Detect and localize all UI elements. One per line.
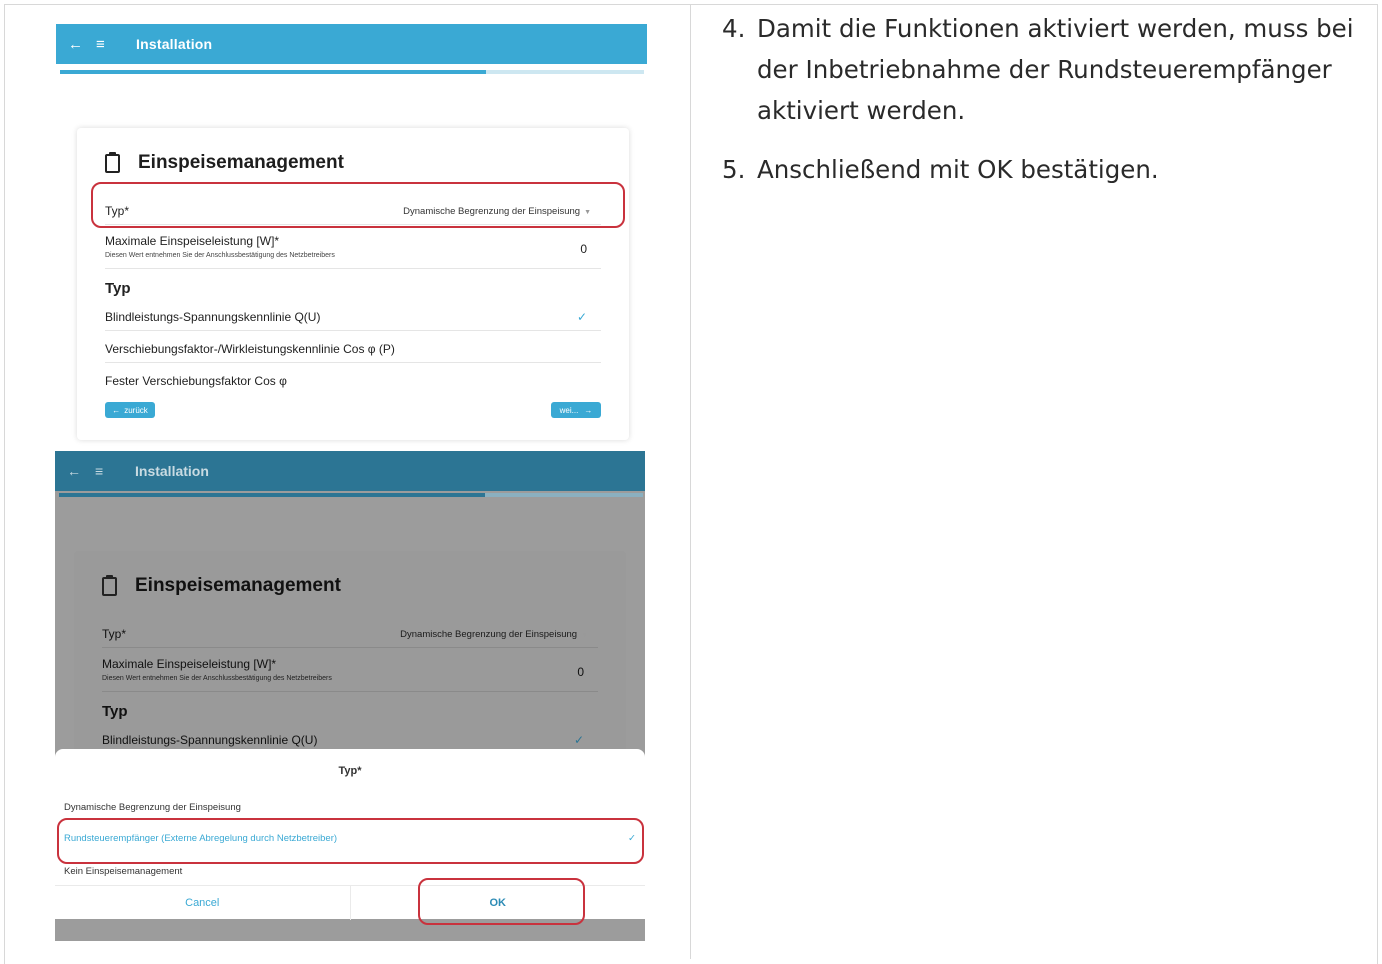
- clipboard-icon: [105, 151, 120, 173]
- progress-fill: [59, 493, 486, 497]
- card-title-text: Einspeisemanagement: [138, 152, 344, 173]
- arrow-left-icon: ←: [112, 405, 121, 415]
- next-button[interactable]: wei... →: [551, 402, 601, 418]
- sheet-option[interactable]: Dynamische Begrenzung der Einspeisung: [64, 802, 636, 813]
- option-row[interactable]: Blindleistungs-Spannungskennlinie Q(U) ✓: [105, 306, 601, 331]
- max-power-value: 0: [580, 242, 587, 256]
- settings-card: Einspeisemanagement Typ* Dynamische Begr…: [74, 551, 626, 771]
- max-power-field[interactable]: Maximale Einspeiseleistung [W]* Diesen W…: [102, 655, 598, 692]
- sheet-option[interactable]: Kein Einspeisemanagement: [64, 866, 636, 877]
- back-arrow-icon[interactable]: ←: [68, 36, 83, 53]
- option-label: Blindleistungs-Spannungskennlinie Q(U): [105, 310, 321, 324]
- progress-bar: [60, 70, 644, 74]
- max-power-label: Maximale Einspeiseleistung [W]*: [105, 234, 280, 248]
- dropdown-caret-icon: ▼: [581, 632, 588, 639]
- sheet-title: Typ*: [338, 765, 362, 777]
- option-label: Fester Verschiebungsfaktor Cos φ: [105, 374, 287, 388]
- option-row[interactable]: Verschiebungsfaktor-/Wirkleistungskennli…: [105, 338, 601, 363]
- menu-icon[interactable]: ≡: [95, 463, 111, 479]
- highlight-ok-button: [418, 878, 585, 925]
- settings-card: Einspeisemanagement Typ* Dynamische Begr…: [77, 128, 629, 440]
- cancel-button[interactable]: Cancel: [55, 886, 351, 920]
- progress-fill: [60, 70, 487, 74]
- option-label: Verschiebungsfaktor-/Wirkleistungskennli…: [105, 342, 395, 356]
- screenshot-step-5: ← ≡ Installation Einspeisemanagement Typ…: [55, 451, 645, 941]
- max-power-hint: Diesen Wert entnehmen Sie der Anschlussb…: [105, 252, 335, 259]
- step-text: Anschließend mit OK bestätigen.: [757, 155, 1159, 184]
- app-bar: ← ≡ Installation: [56, 24, 647, 64]
- step-number: 4.: [722, 14, 746, 43]
- back-button[interactable]: ← zurück: [105, 402, 155, 418]
- max-power-value: 0: [577, 665, 584, 679]
- menu-icon[interactable]: ≡: [96, 36, 112, 53]
- back-arrow-icon[interactable]: ←: [67, 463, 81, 479]
- card-title: Einspeisemanagement: [102, 574, 341, 597]
- typ-select[interactable]: Typ* Dynamische Begrenzung der Einspeisu…: [102, 623, 598, 648]
- app-bar-title: Installation: [135, 463, 209, 479]
- screenshot-step-4: ← ≡ Installation Einspeisemanagement Typ…: [56, 24, 647, 444]
- clipboard-icon: [102, 574, 117, 596]
- max-power-field[interactable]: Maximale Einspeiseleistung [W]* Diesen W…: [105, 232, 601, 269]
- max-power-label: Maximale Einspeiseleistung [W]*: [102, 657, 277, 671]
- highlight-typ: [91, 182, 625, 228]
- step-text: Damit die Funktionen aktiviert werden, m…: [757, 14, 1354, 125]
- arrow-right-icon: →: [584, 405, 593, 415]
- instruction-step: 4. Damit die Funktionen aktiviert werden…: [722, 8, 1372, 131]
- max-power-hint: Diesen Wert entnehmen Sie der Anschlussb…: [102, 675, 332, 682]
- highlight-selected-option: [57, 818, 644, 864]
- section-heading: Typ: [105, 280, 131, 297]
- step-number: 5.: [722, 155, 746, 184]
- progress-bar: [59, 493, 643, 497]
- section-heading: Typ: [102, 703, 128, 720]
- column-divider: [690, 4, 691, 959]
- instruction-list: 4. Damit die Funktionen aktiviert werden…: [722, 8, 1372, 208]
- instruction-step: 5. Anschließend mit OK bestätigen.: [722, 149, 1372, 190]
- option-label: Blindleistungs-Spannungskennlinie Q(U): [102, 733, 318, 747]
- card-title: Einspeisemanagement: [105, 151, 344, 174]
- card-title-text: Einspeisemanagement: [135, 575, 341, 596]
- option-row[interactable]: Fester Verschiebungsfaktor Cos φ: [105, 370, 601, 394]
- checkmark-icon: ✓: [576, 310, 587, 324]
- checkmark-icon: ✓: [573, 733, 584, 747]
- typ-label: Typ*: [102, 627, 127, 641]
- typ-value: Dynamische Begrenzung der Einspeisung ▼: [400, 629, 588, 640]
- app-bar-title: Installation: [136, 36, 213, 52]
- app-bar: ← ≡ Installation: [55, 451, 645, 491]
